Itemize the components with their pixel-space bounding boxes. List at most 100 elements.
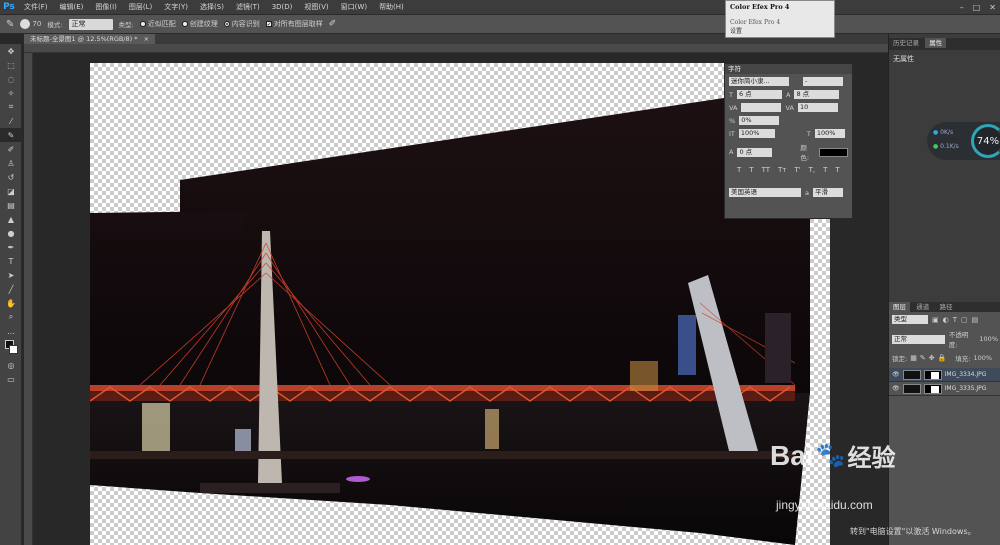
screen-mode-icon[interactable]: ▭ (0, 372, 22, 386)
shape-tool-icon[interactable]: ╱ (0, 282, 22, 296)
text-color-swatch[interactable] (819, 147, 849, 157)
hand-tool-icon[interactable]: ✋ (0, 296, 22, 310)
healing-brush-icon[interactable]: ✎ (6, 19, 14, 30)
pen-tool-icon[interactable]: ✒ (0, 240, 22, 254)
color-swatches[interactable] (0, 338, 22, 358)
visibility-eye-icon[interactable]: 👁 (892, 385, 900, 392)
menu-3d[interactable]: 3D(D) (266, 0, 299, 14)
proximity-match-radio[interactable]: 近似匹配 (139, 19, 176, 29)
more-tools-icon[interactable]: … (0, 324, 22, 338)
close-button[interactable]: ✕ (989, 3, 996, 12)
anti-alias-select[interactable]: 平滑 (812, 188, 843, 197)
menu-help[interactable]: 帮助(H) (373, 0, 410, 14)
all-caps-button[interactable]: TT (762, 166, 770, 174)
tab-history[interactable]: 历史记录 (889, 38, 923, 48)
crop-tool-icon[interactable]: ⌗ (0, 100, 22, 114)
type-tool-icon[interactable]: T (0, 254, 22, 268)
subscript-button[interactable]: T, (809, 166, 816, 174)
content-aware-radio[interactable]: 内容识别 (223, 19, 260, 29)
font-style-select[interactable]: - (803, 77, 843, 86)
menu-filter[interactable]: 滤镜(T) (230, 0, 266, 14)
leading-input[interactable]: 8 点 (794, 90, 840, 99)
lasso-tool-icon[interactable]: ◌ (0, 72, 22, 86)
layer-filter-select[interactable]: 类型 (892, 315, 928, 324)
menu-layer[interactable]: 图层(L) (123, 0, 158, 14)
layer-thumbnail (902, 383, 921, 394)
superscript-button[interactable]: T' (794, 166, 800, 174)
visibility-eye-icon[interactable]: 👁 (892, 371, 900, 378)
document-tab-close-icon[interactable]: × (144, 35, 149, 43)
clone-stamp-tool-icon[interactable]: ♙ (0, 156, 22, 170)
blend-mode-select[interactable]: 正常 (892, 334, 945, 344)
zoom-tool-icon[interactable]: ⌕ (0, 310, 22, 324)
lock-position-icon[interactable]: ✥ (929, 354, 935, 362)
tab-paths[interactable]: 路径 (935, 302, 956, 312)
eraser-tool-icon[interactable]: ◪ (0, 184, 22, 198)
faux-bold-button[interactable]: T (737, 166, 741, 174)
eyedropper-tool-icon[interactable]: ⁄ (0, 114, 22, 128)
horizontal-scale-icon: T (806, 129, 811, 138)
history-brush-tool-icon[interactable]: ↺ (0, 170, 22, 184)
dodge-tool-icon[interactable]: ● (0, 226, 22, 240)
background-color-swatch[interactable] (9, 345, 18, 354)
tsume-input[interactable]: 0% (739, 116, 780, 125)
vertical-scale-input[interactable]: 100% (738, 129, 775, 138)
document-canvas[interactable] (90, 63, 830, 545)
layer-mask-thumbnail[interactable] (923, 383, 942, 394)
gradient-tool-icon[interactable]: ▤ (0, 198, 22, 212)
menu-select[interactable]: 选择(S) (194, 0, 230, 14)
kerning-input[interactable] (741, 103, 782, 112)
pressure-icon[interactable]: ✐ (329, 19, 337, 29)
sample-all-layers-checkbox[interactable]: ✓ 对所有图层取样 (265, 19, 323, 29)
menu-edit[interactable]: 编辑(E) (54, 0, 90, 14)
baseline-shift-input[interactable]: 0 点 (737, 147, 773, 157)
faux-italic-button[interactable]: T (749, 166, 753, 174)
language-select[interactable]: 美国英语 (729, 188, 801, 197)
photoshop-logo: Ps (3, 2, 15, 12)
filter-adjust-icon[interactable]: ◐ (943, 316, 949, 324)
filter-shape-icon[interactable]: ▢ (961, 316, 968, 324)
horizontal-scale-input[interactable]: 100% (814, 129, 845, 138)
underline-button[interactable]: T (823, 166, 827, 174)
font-family-select[interactable]: 迷你简小隶... (729, 77, 789, 86)
maximize-button[interactable]: □ (973, 3, 981, 12)
filter-pixel-icon[interactable]: ▣ (932, 316, 939, 324)
layer-row[interactable]: 👁 IMG_3335.JPG (889, 382, 1000, 396)
opacity-value[interactable]: 100% (979, 335, 998, 343)
layer-mask-thumbnail[interactable] (923, 369, 942, 380)
minimize-button[interactable]: – (960, 3, 964, 12)
filter-type-icon[interactable]: T (953, 316, 957, 324)
mode-select[interactable]: 正常 (68, 18, 113, 30)
move-tool-icon[interactable]: ✥ (0, 44, 22, 58)
path-select-tool-icon[interactable]: ➤ (0, 268, 22, 282)
lock-all-icon[interactable]: 🔒 (938, 354, 947, 362)
tab-properties[interactable]: 属性 (925, 38, 947, 48)
brush-tool-icon[interactable]: ✐ (0, 142, 22, 156)
lock-transparent-icon[interactable]: ▦ (910, 354, 917, 362)
filter-smart-icon[interactable]: ▤ (972, 316, 979, 324)
tab-layers[interactable]: 图层 (889, 302, 910, 312)
menu-view[interactable]: 视图(V) (298, 0, 334, 14)
menu-type[interactable]: 文字(Y) (158, 0, 194, 14)
baidu-jingyan-watermark: Bai 🐾 经验 jingyan.baidu.com 转到"电脑设置"以激活 W… (770, 438, 1000, 545)
color-efex-settings-button[interactable]: 设置 (726, 26, 834, 35)
menu-window[interactable]: 窗口(W) (335, 0, 373, 14)
blur-tool-icon[interactable]: ▲ (0, 212, 22, 226)
layer-row[interactable]: 👁 IMG_3334.JPG (889, 368, 1000, 382)
marquee-tool-icon[interactable]: ⬚ (0, 58, 22, 72)
brush-preset-picker[interactable]: 70 (20, 19, 41, 29)
healing-brush-tool-icon[interactable]: ✎ (0, 128, 22, 142)
tab-channels[interactable]: 通道 (912, 302, 933, 312)
strikethrough-button[interactable]: T (835, 166, 839, 174)
quick-select-tool-icon[interactable]: ✧ (0, 86, 22, 100)
tracking-input[interactable]: 10 (797, 103, 838, 112)
lock-image-icon[interactable]: ✎ (920, 354, 926, 362)
font-size-input[interactable]: 6 点 (736, 90, 782, 99)
small-caps-button[interactable]: Tт (778, 166, 786, 174)
fill-value[interactable]: 100% (974, 354, 993, 362)
create-texture-radio[interactable]: 创建纹理 (181, 19, 218, 29)
document-tab[interactable]: 未标题-全景图1 @ 12.5%(RGB/8) * × (24, 34, 156, 44)
menu-image[interactable]: 图像(I) (89, 0, 123, 14)
menu-file[interactable]: 文件(F) (18, 0, 54, 14)
quick-mask-icon[interactable]: ◎ (0, 358, 22, 372)
